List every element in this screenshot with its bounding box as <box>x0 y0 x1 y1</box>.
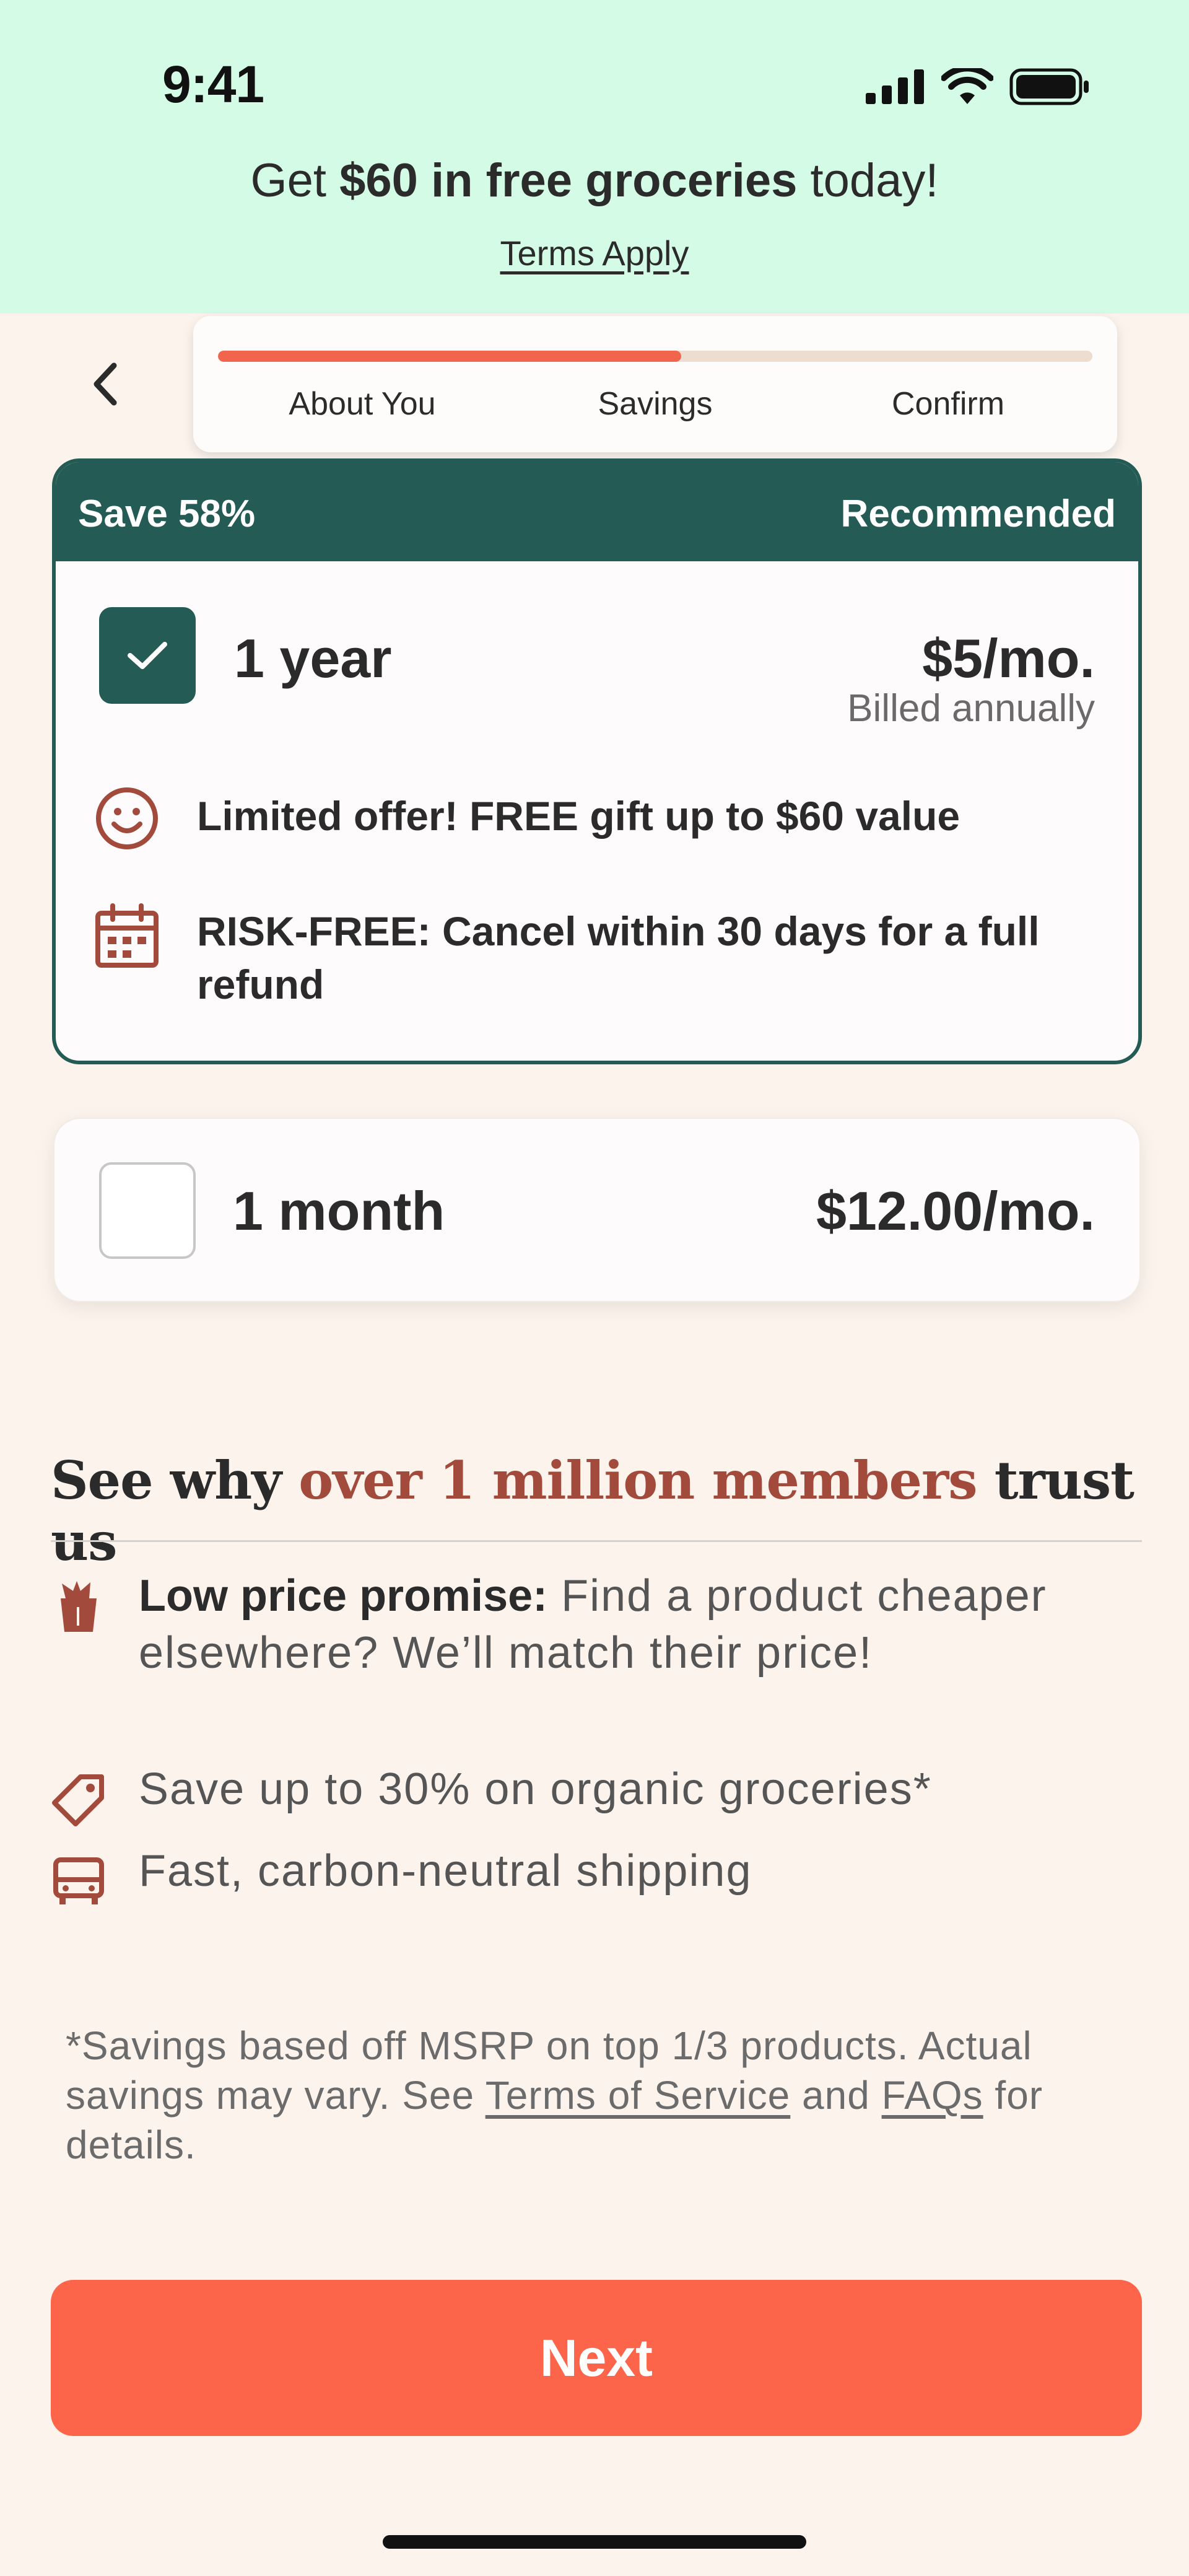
plan-1-year-name: 1 year <box>234 628 392 689</box>
terms-of-service-link[interactable]: Terms of Service <box>486 2073 791 2118</box>
plan-1-month-checkbox[interactable] <box>99 1162 196 1259</box>
truck-icon <box>53 1857 104 1904</box>
plan-1-month-name: 1 month <box>233 1180 445 1242</box>
benefit-free-gift: Limited offer! FREE gift up to $60 value <box>197 793 960 839</box>
benefit-risk-free: RISK-FREE: Cancel within 30 days for a f… <box>197 908 1040 1007</box>
calendar-icon <box>95 903 159 968</box>
trust-title-accent: over 1 million members <box>298 1450 977 1511</box>
signal-icon <box>866 69 924 104</box>
recommended-badge: Recommended <box>840 493 1116 535</box>
plan-ribbon: Save 58% Recommended <box>56 462 1138 561</box>
step-about-you: About You <box>289 386 436 422</box>
status-time: 9:41 <box>162 55 264 113</box>
savings-footnote: *Savings based off MSRP on top 1/3 produ… <box>66 2021 1131 2170</box>
step-savings: Savings <box>598 386 713 422</box>
promo-prefix: Get <box>250 154 340 207</box>
checkmark-icon <box>128 642 167 669</box>
plan-1-year-price: $5/mo. <box>922 628 1095 689</box>
plan-card-1-year[interactable]: Save 58% Recommended 1 year $5/mo. Bille… <box>52 458 1142 1064</box>
chevron-left-icon <box>94 362 117 406</box>
trust-item-savings: Save up to 30% on organic groceries* <box>139 1764 932 1814</box>
step-confirm: Confirm <box>891 386 1005 422</box>
plan-1-year-billed: Billed annually <box>847 687 1095 730</box>
save-badge: Save 58% <box>78 493 256 535</box>
progress-stepper: About You Savings Confirm <box>193 316 1117 452</box>
status-icons <box>866 67 1090 107</box>
promo-headline: Get $60 in free groceries today! <box>0 154 1189 208</box>
plan-1-year-checkbox[interactable] <box>99 607 196 704</box>
trust-item-bold: Low price promise: <box>139 1571 548 1621</box>
trust-item-price-promise: Low price promise: Find a product cheape… <box>139 1567 1130 1681</box>
wifi-icon <box>941 68 993 104</box>
terms-apply-link[interactable]: Terms Apply <box>0 233 1189 273</box>
promo-highlight: $60 in free groceries <box>339 154 798 207</box>
plan-1-month-price: $12.00/mo. <box>816 1180 1095 1242</box>
step-labels: About You Savings Confirm <box>218 385 1092 423</box>
price-tag-icon <box>52 1774 104 1826</box>
home-indicator <box>383 2535 806 2549</box>
grocery-bag-icon <box>61 1581 97 1632</box>
smile-icon <box>96 787 158 849</box>
trust-title-prefix: See why <box>51 1450 299 1511</box>
back-button[interactable] <box>81 353 130 415</box>
battery-icon <box>1009 68 1089 105</box>
divider <box>51 1540 1142 1542</box>
next-button[interactable]: Next <box>51 2280 1142 2436</box>
trust-item-shipping: Fast, carbon-neutral shipping <box>139 1846 752 1896</box>
progress-track <box>218 351 1092 362</box>
progress-fill <box>218 351 682 362</box>
faqs-link[interactable]: FAQs <box>882 2073 983 2118</box>
promo-suffix: today! <box>797 154 939 207</box>
footnote-text: and <box>790 2073 882 2118</box>
plan-card-1-month[interactable]: 1 month $12.00/mo. <box>53 1118 1141 1302</box>
trust-heading: See why over 1 million members trust us <box>51 1450 1189 1572</box>
promo-banner: 9:41 Get $60 in free groceries today! Te… <box>0 0 1189 313</box>
